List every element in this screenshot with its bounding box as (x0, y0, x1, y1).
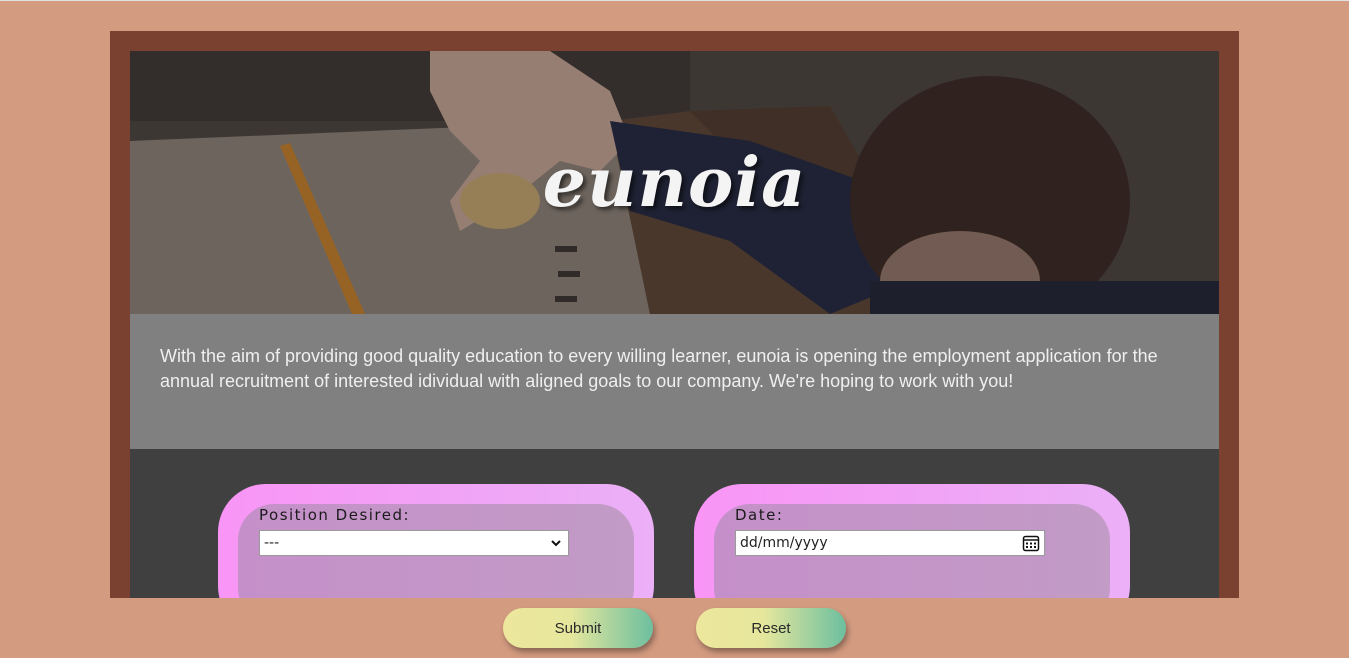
content-container: eunoia With the aim of providing good qu… (130, 51, 1219, 598)
position-select[interactable]: --- (259, 530, 569, 556)
position-selected-value: --- (264, 535, 280, 551)
reset-button[interactable]: Reset (696, 608, 846, 648)
position-card: Position Desired: --- (218, 484, 654, 598)
brand-title: eunoia (542, 143, 807, 223)
page-frame: eunoia With the aim of providing good qu… (110, 31, 1239, 598)
intro-section: With the aim of providing good quality e… (130, 314, 1219, 449)
date-card: Date: dd/mm/yyyy (694, 484, 1130, 598)
date-label: Date: (735, 506, 784, 524)
form-section: Position Desired: --- Date: dd/mm/yyyy (130, 449, 1219, 598)
submit-button[interactable]: Submit (503, 608, 653, 648)
intro-text: With the aim of providing good quality e… (160, 346, 1158, 391)
position-label: Position Desired: (259, 506, 411, 524)
chevron-down-icon (551, 540, 561, 547)
date-input[interactable]: dd/mm/yyyy (735, 530, 1045, 556)
hero-banner: eunoia (130, 51, 1219, 314)
date-placeholder: dd/mm/yyyy (740, 535, 828, 551)
calendar-icon[interactable] (1022, 534, 1040, 552)
top-divider (0, 0, 1349, 1)
